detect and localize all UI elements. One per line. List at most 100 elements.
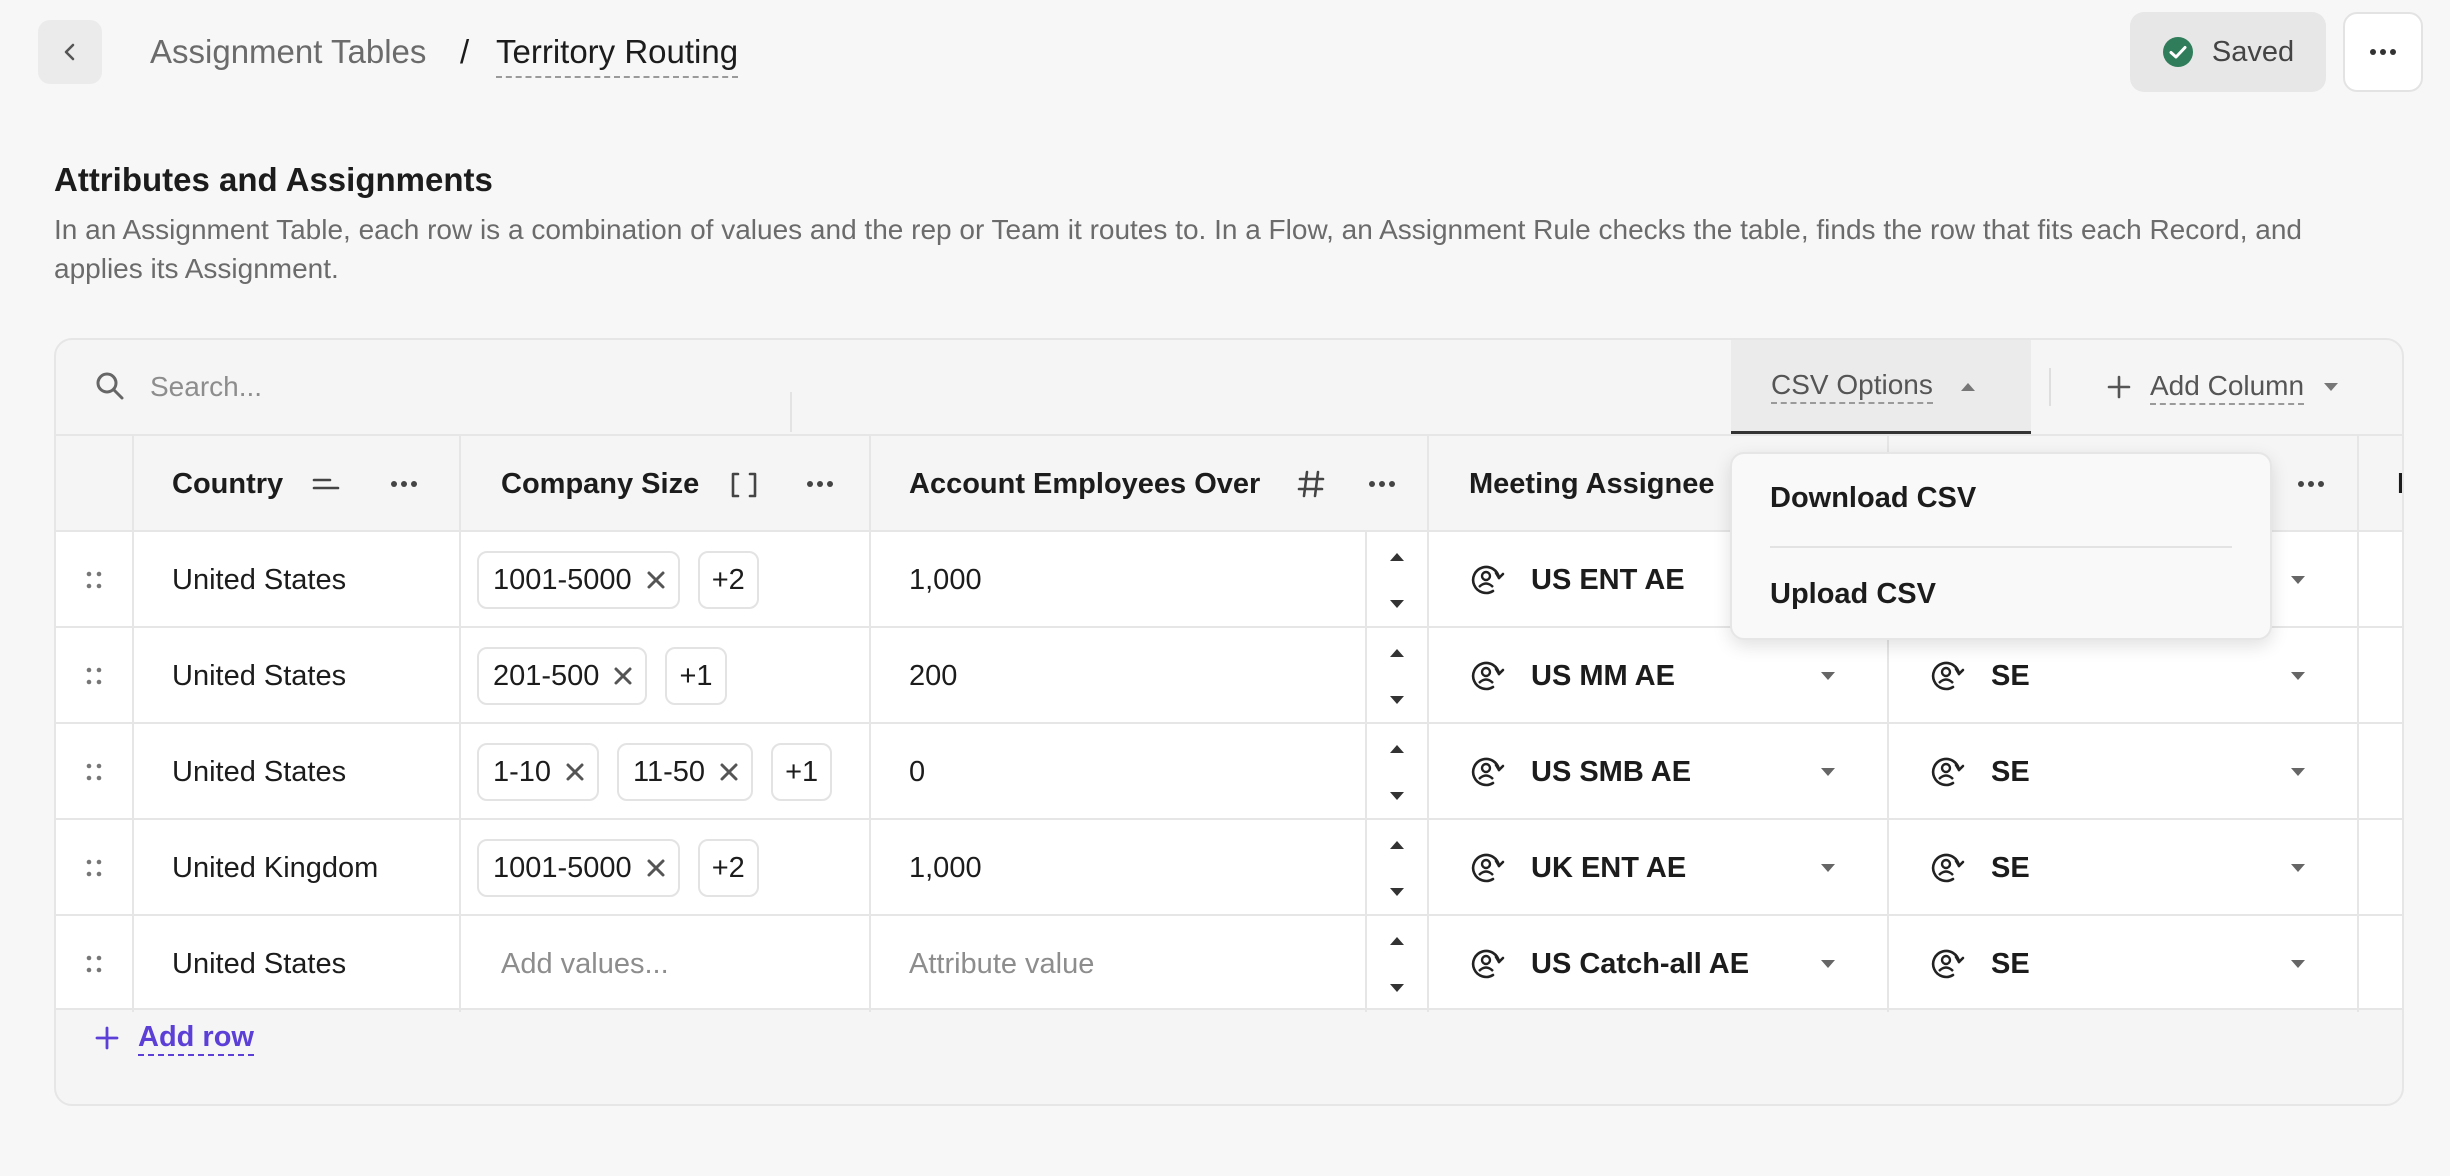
caret-up-icon[interactable] <box>1388 742 1406 754</box>
number-type-icon <box>1297 470 1325 498</box>
number-stepper[interactable] <box>1365 916 1427 1012</box>
meeting-assignee-cell[interactable]: US Catch-all AE <box>1429 916 1889 1012</box>
more-options-button[interactable] <box>2343 12 2423 92</box>
round-robin-user-icon <box>1931 661 1965 691</box>
employees-cell[interactable]: 1,000 <box>871 820 1429 916</box>
remove-icon[interactable] <box>565 762 585 782</box>
caret-down-icon[interactable] <box>1388 694 1406 706</box>
number-stepper[interactable] <box>1365 532 1427 628</box>
number-stepper[interactable] <box>1365 820 1427 916</box>
add-column-button[interactable]: Add Column <box>2106 340 2340 434</box>
second-assignee-cell[interactable]: SE <box>1889 820 2359 916</box>
more-count: +1 <box>785 755 819 788</box>
table-row: United States Add values... Attribute va… <box>56 914 2402 1012</box>
remove-icon[interactable] <box>613 666 633 686</box>
number-stepper[interactable] <box>1365 628 1427 724</box>
caret-down-icon[interactable] <box>1819 766 1837 778</box>
country-cell[interactable]: United States <box>134 724 461 820</box>
caret-down-icon[interactable] <box>1388 886 1406 898</box>
overflow-cell <box>2359 916 2402 1012</box>
second-assignee-cell[interactable]: SE <box>1889 628 2359 724</box>
caret-up-icon[interactable] <box>1388 838 1406 850</box>
country-cell[interactable]: United States <box>134 532 461 628</box>
back-button[interactable] <box>38 20 102 84</box>
caret-down-icon[interactable] <box>1819 958 1837 970</box>
add-column-label: Add Column <box>2150 369 2305 405</box>
drag-handle[interactable] <box>56 628 134 724</box>
column-more-icon[interactable] <box>2297 480 2325 488</box>
drag-handle[interactable] <box>56 820 134 916</box>
column-more-icon[interactable] <box>1368 480 1396 488</box>
caret-down-icon[interactable] <box>2289 574 2307 586</box>
drag-handle[interactable] <box>56 532 134 628</box>
drag-handle-icon <box>86 667 102 685</box>
caret-up-icon[interactable] <box>1388 550 1406 562</box>
column-more-icon[interactable] <box>390 480 418 488</box>
caret-up-icon[interactable] <box>1388 934 1406 946</box>
caret-down-icon[interactable] <box>2289 862 2307 874</box>
drag-handle-icon <box>86 571 102 589</box>
remove-icon[interactable] <box>646 858 666 878</box>
caret-down-icon[interactable] <box>2289 766 2307 778</box>
company-size-cell[interactable]: 201-500 +1 <box>461 628 871 724</box>
remove-icon[interactable] <box>719 762 739 782</box>
number-stepper[interactable] <box>1365 724 1427 820</box>
column-header-overflow[interactable]: F <box>2359 436 2402 532</box>
saved-status-button[interactable]: Saved <box>2130 12 2326 92</box>
meeting-assignee-cell[interactable]: US MM AE <box>1429 628 1889 724</box>
second-assignee-cell[interactable]: SE <box>1889 724 2359 820</box>
country-cell[interactable]: United Kingdom <box>134 820 461 916</box>
caret-down-icon[interactable] <box>1819 670 1837 682</box>
column-more-icon[interactable] <box>806 480 834 488</box>
company-size-cell[interactable]: 1-10 11-50 +1 <box>461 724 871 820</box>
more-values-badge[interactable]: +2 <box>697 551 759 609</box>
caret-down-icon[interactable] <box>1819 862 1837 874</box>
column-header-country[interactable]: Country <box>134 436 461 532</box>
company-size-cell[interactable]: 1001-5000 +2 <box>461 820 871 916</box>
drag-handle[interactable] <box>56 724 134 820</box>
csv-options-button[interactable]: CSV Options <box>1731 340 2031 434</box>
country-cell[interactable]: United States <box>134 916 461 1012</box>
column-header-account-employees[interactable]: Account Employees Over <box>871 436 1429 532</box>
drag-handle[interactable] <box>56 916 134 1012</box>
second-assignee-cell[interactable]: SE <box>1889 916 2359 1012</box>
more-values-badge[interactable]: +1 <box>665 647 727 705</box>
country-cell[interactable]: United States <box>134 628 461 724</box>
more-values-badge[interactable]: +1 <box>771 743 833 801</box>
remove-icon[interactable] <box>646 570 666 590</box>
overflow-cell <box>2359 532 2402 628</box>
employees-cell[interactable]: 200 <box>871 628 1429 724</box>
country-value: United Kingdom <box>172 851 379 884</box>
value-tag: 1001-5000 <box>477 839 680 897</box>
breadcrumb-parent[interactable]: Assignment Tables <box>150 30 426 74</box>
menu-item-download-csv[interactable]: Download CSV <box>1770 482 1976 515</box>
company-size-cell[interactable]: 1001-5000 +2 <box>461 532 871 628</box>
caret-down-icon[interactable] <box>1388 982 1406 994</box>
more-values-badge[interactable]: +2 <box>697 839 759 897</box>
caret-down-icon[interactable] <box>2289 670 2307 682</box>
menu-item-upload-csv[interactable]: Upload CSV <box>1770 578 1936 611</box>
tag-label: 11-50 <box>633 755 706 788</box>
caret-down-icon[interactable] <box>2289 958 2307 970</box>
company-size-cell[interactable]: Add values... <box>461 916 871 1012</box>
text-type-icon <box>312 478 340 490</box>
meeting-assignee-cell[interactable]: UK ENT AE <box>1429 820 1889 916</box>
search-input[interactable] <box>148 360 832 414</box>
page-title[interactable]: Territory Routing <box>496 30 739 78</box>
employees-cell[interactable]: Attribute value <box>871 916 1429 1012</box>
caret-up-icon <box>1960 382 1975 391</box>
employees-cell[interactable]: 1,000 <box>871 532 1429 628</box>
caret-up-icon[interactable] <box>1388 646 1406 658</box>
menu-divider <box>1770 546 2232 548</box>
table-row: United States 201-500 +1 200 US MM AE SE <box>56 626 2402 724</box>
caret-down-icon[interactable] <box>1388 598 1406 610</box>
table-row: United Kingdom 1001-5000 +2 1,000 UK ENT… <box>56 818 2402 916</box>
value-tag: 11-50 <box>617 743 754 801</box>
caret-down-icon <box>2324 383 2339 391</box>
add-row-button[interactable]: Add row <box>94 1020 254 1056</box>
employees-cell[interactable]: 0 <box>871 724 1429 820</box>
round-robin-user-icon <box>1471 853 1505 883</box>
column-header-company-size[interactable]: Company Size <box>461 436 871 532</box>
caret-down-icon[interactable] <box>1388 790 1406 802</box>
meeting-assignee-cell[interactable]: US SMB AE <box>1429 724 1889 820</box>
